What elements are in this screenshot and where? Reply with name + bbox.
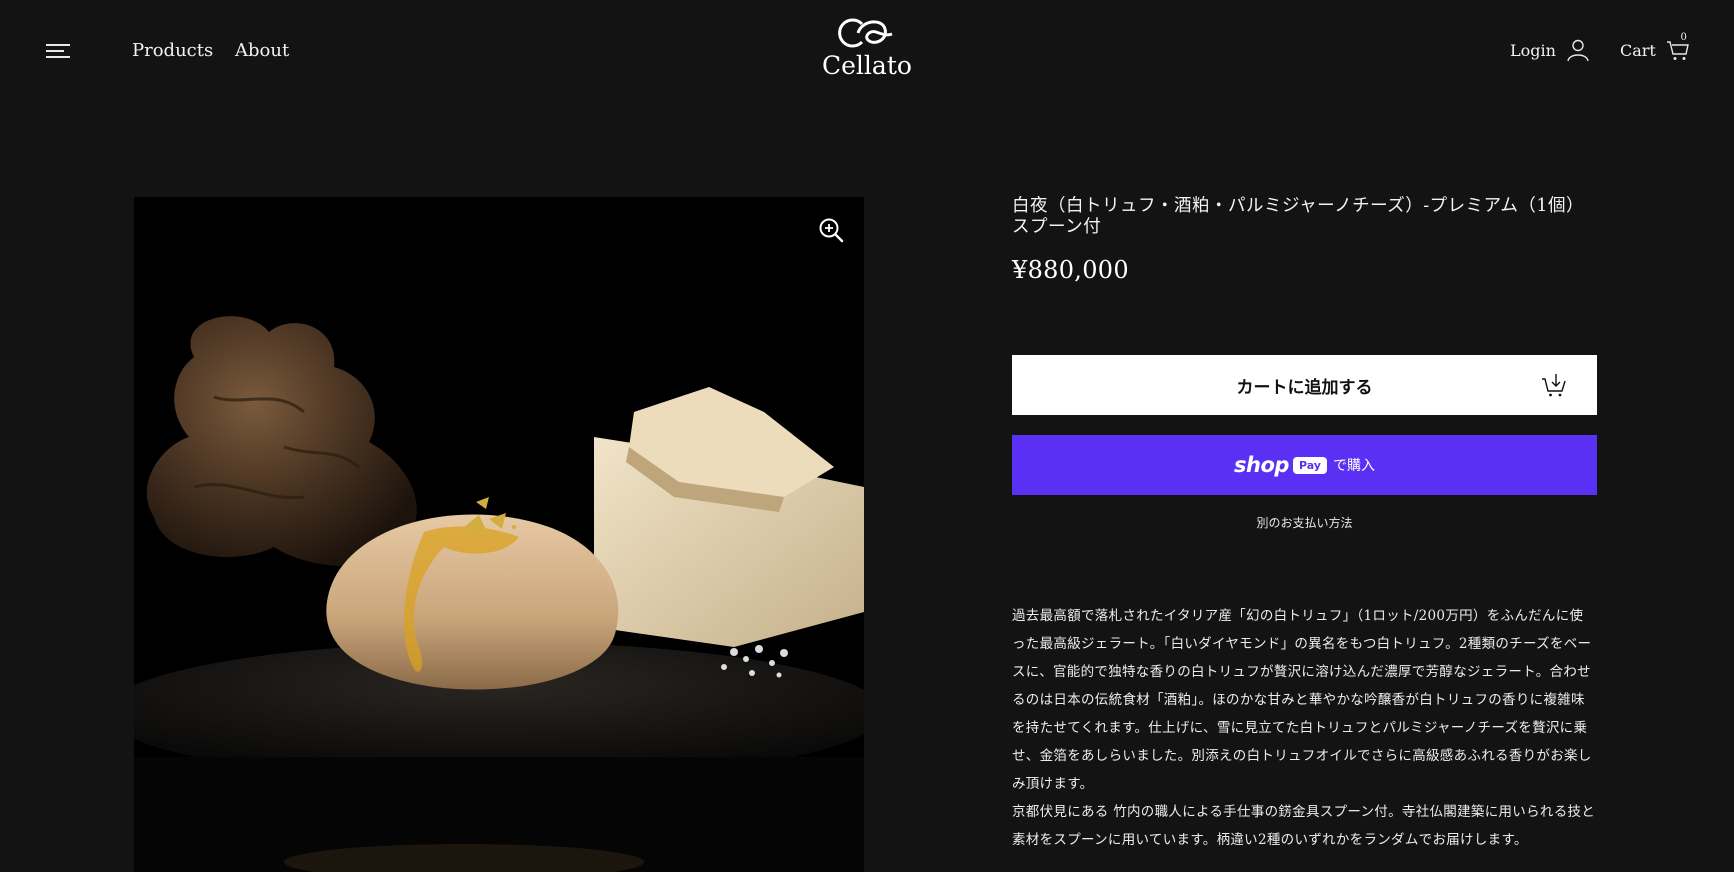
shop-pay-button[interactable]: shop Pay で購入 [1012, 435, 1597, 495]
product-title: 白夜（白トリュフ・酒粕・パルミジャーノチーズ）-プレミアム（1個）スプーン付 [1012, 196, 1585, 237]
cart-label: Cart [1620, 40, 1656, 60]
login-button[interactable]: Login [1510, 38, 1590, 62]
cart-count-badge: 0 [1680, 32, 1687, 43]
other-payment-link[interactable]: 別のお支払い方法 [1012, 514, 1597, 531]
add-to-cart-label: カートに追加する [1236, 377, 1373, 398]
nav-about-link[interactable]: About [235, 40, 289, 61]
shop-pay-badge: Pay [1292, 456, 1327, 474]
description-paragraph: 過去最高額で落札されたイタリア産「幻の白トリュフ」（1ロット/200万円）をふん… [1012, 608, 1592, 792]
logo-text: Cellato [822, 51, 912, 80]
site-logo[interactable]: Cellato [822, 16, 912, 86]
shop-pay-suffix: で購入 [1332, 458, 1375, 474]
login-label: Login [1510, 40, 1556, 60]
logo-mark-icon [838, 18, 893, 48]
cart-add-icon [1542, 374, 1566, 397]
cart-button[interactable]: Cart 0 [1620, 32, 1690, 62]
add-to-cart-button[interactable]: カートに追加する [1012, 355, 1597, 415]
user-icon [1567, 39, 1589, 62]
site-header: Products About Cellato Login Cart 0 [0, 0, 1734, 104]
zoom-in-icon[interactable] [818, 217, 844, 243]
product-image[interactable] [134, 197, 864, 872]
product-photo [134, 197, 864, 872]
nav-products-link[interactable]: Products [132, 40, 213, 61]
shop-pay-brand: shop [1234, 453, 1289, 477]
product-price: ¥880,000 [1012, 256, 1129, 284]
product-info: 白夜（白トリュフ・酒粕・パルミジャーノチーズ）-プレミアム（1個）スプーン付 ¥… [1012, 196, 1597, 848]
description-paragraph: 京都伏見にある 竹内の職人による手仕事の錺金具スプーン付。寺社仏閣建築に用いられ… [1012, 804, 1596, 848]
product-description: 過去最高額で落札されたイタリア産「幻の白トリュフ」（1ロット/200万円）をふん… [1012, 602, 1597, 854]
menu-icon[interactable] [46, 44, 72, 60]
